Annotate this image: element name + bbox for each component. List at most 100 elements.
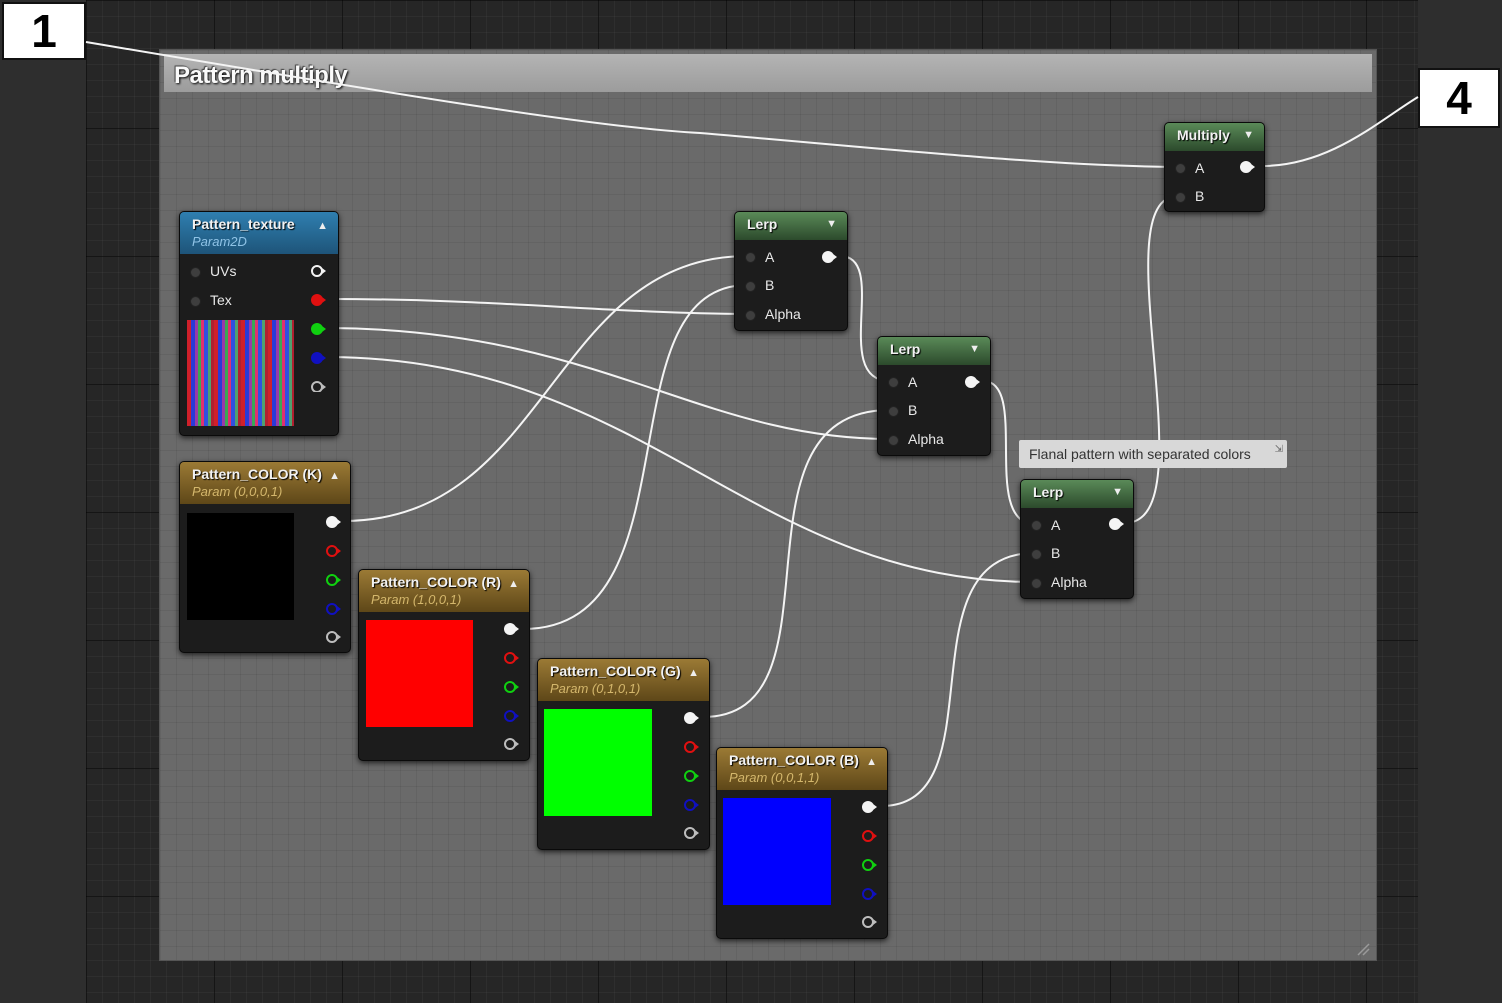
output-pin-a[interactable]	[504, 738, 519, 750]
node-lerp-3[interactable]: Lerp ▼ A B Alpha	[1020, 479, 1134, 599]
pin-label-alpha: Alpha	[908, 431, 944, 447]
node-subtitle: Param2D	[192, 234, 247, 249]
node-header[interactable]: Pattern_texture Param2D ▲	[180, 212, 338, 254]
color-swatch	[544, 709, 652, 816]
input-pin-a[interactable]	[1175, 163, 1186, 174]
input-pin-a[interactable]	[1031, 520, 1042, 531]
node-pattern-texture[interactable]: Pattern_texture Param2D ▲ UVs Tex	[179, 211, 339, 436]
collapse-up-icon[interactable]: ▲	[508, 578, 519, 590]
collapse-up-icon[interactable]: ▲	[688, 667, 699, 679]
pin-label-b: B	[765, 277, 775, 293]
output-pin-r[interactable]	[504, 652, 519, 664]
node-title: Lerp	[1033, 484, 1064, 500]
node-title: Pattern_COLOR (K)	[192, 466, 322, 482]
input-pin-alpha[interactable]	[1031, 578, 1042, 589]
node-header[interactable]: Pattern_COLOR (K) Param (0,0,0,1) ▲	[180, 462, 350, 504]
node-subtitle: Param (0,0,0,1)	[192, 484, 283, 499]
node-header[interactable]: Multiply ▼	[1165, 123, 1264, 151]
texture-preview	[187, 320, 294, 426]
wire-tex-r-to-lerp1-alpha	[329, 298, 749, 315]
wire-tex-g-to-lerp2-alpha	[329, 327, 891, 440]
collapse-up-icon[interactable]: ▲	[317, 220, 328, 232]
color-swatch	[187, 513, 294, 620]
output-pin-g[interactable]	[504, 681, 519, 693]
node-header[interactable]: Lerp ▼	[878, 337, 990, 365]
node-lerp-1[interactable]: Lerp ▼ A B Alpha	[734, 211, 848, 331]
output-pin-rgb[interactable]	[326, 516, 341, 528]
output-pin[interactable]	[962, 374, 982, 390]
input-pin-a[interactable]	[888, 377, 899, 388]
output-pin-rgb[interactable]	[862, 801, 877, 813]
output-pins	[326, 516, 341, 643]
output-pin[interactable]	[1237, 159, 1257, 175]
node-title: Pattern_COLOR (B)	[729, 752, 859, 768]
output-pin-r[interactable]	[326, 545, 341, 557]
input-pin-a[interactable]	[745, 252, 756, 263]
output-pin-g[interactable]	[326, 574, 341, 586]
output-pin-rgb[interactable]	[504, 623, 519, 635]
output-pin-b[interactable]	[311, 352, 326, 364]
output-pin-r[interactable]	[684, 741, 699, 753]
output-pin[interactable]	[819, 249, 839, 265]
output-pin-b[interactable]	[326, 603, 341, 615]
node-pattern-color-b[interactable]: Pattern_COLOR (B) Param (0,0,1,1) ▲	[716, 747, 888, 939]
collapse-up-icon[interactable]: ▲	[329, 470, 340, 482]
output-pin-a[interactable]	[862, 916, 877, 928]
output-pin-b[interactable]	[862, 888, 877, 900]
node-pattern-color-k[interactable]: Pattern_COLOR (K) Param (0,0,0,1) ▲	[179, 461, 351, 653]
output-pin-g[interactable]	[311, 323, 326, 335]
color-swatch	[366, 620, 473, 727]
wire-multiply-to-callout4	[1261, 96, 1419, 167]
wire-r-to-lerp1-b	[522, 284, 749, 630]
node-lerp-2[interactable]: Lerp ▼ A B Alpha	[877, 336, 991, 456]
pin-label-alpha: Alpha	[765, 306, 801, 322]
wire-lerp3-to-multiply-b	[1124, 195, 1179, 524]
output-pin-a[interactable]	[311, 381, 326, 392]
output-pin-b[interactable]	[504, 710, 519, 722]
wire-b-to-lerp3-b	[880, 552, 1036, 807]
pin-label-tex: Tex	[210, 292, 232, 308]
output-pin-b[interactable]	[684, 799, 699, 811]
pin-label-a: A	[1195, 160, 1205, 176]
node-header[interactable]: Pattern_COLOR (B) Param (0,0,1,1) ▲	[717, 748, 887, 790]
node-subtitle: Param (0,0,1,1)	[729, 770, 820, 785]
collapse-down-icon[interactable]: ▼	[969, 343, 980, 355]
node-pattern-color-g[interactable]: Pattern_COLOR (G) Param (0,1,0,1) ▲	[537, 658, 710, 850]
collapse-down-icon[interactable]: ▼	[1112, 486, 1123, 498]
node-title: Lerp	[890, 341, 921, 357]
output-pin-g[interactable]	[862, 859, 877, 871]
input-pin-alpha[interactable]	[888, 435, 899, 446]
input-pin-uvs[interactable]	[190, 267, 201, 278]
output-pin-rgb[interactable]	[311, 265, 326, 277]
node-header[interactable]: Lerp ▼	[1021, 480, 1133, 508]
node-multiply[interactable]: Multiply ▼ A B	[1164, 122, 1265, 212]
output-pin-r[interactable]	[862, 830, 877, 842]
input-pin-b[interactable]	[745, 281, 756, 292]
collapse-up-icon[interactable]: ▲	[866, 756, 877, 768]
node-header[interactable]: Pattern_COLOR (G) Param (0,1,0,1) ▲	[538, 659, 709, 701]
input-pin-b[interactable]	[888, 406, 899, 417]
collapse-down-icon[interactable]: ▼	[826, 218, 837, 230]
output-pin-g[interactable]	[684, 770, 699, 782]
pin-label-b: B	[1195, 188, 1205, 204]
output-pin[interactable]	[1106, 516, 1126, 532]
pin-label-a: A	[765, 249, 775, 265]
node-title: Pattern_texture	[192, 216, 295, 232]
node-subtitle: Param (0,1,0,1)	[550, 681, 641, 696]
pin-label-b: B	[1051, 545, 1061, 561]
color-swatch	[723, 798, 831, 905]
pin-label-a: A	[908, 374, 918, 390]
collapse-down-icon[interactable]: ▼	[1243, 129, 1254, 141]
node-pattern-color-r[interactable]: Pattern_COLOR (R) Param (1,0,0,1) ▲	[358, 569, 530, 761]
output-pin-a[interactable]	[326, 631, 341, 643]
pin-icon[interactable]: ⇲	[1275, 444, 1283, 455]
output-pin-a[interactable]	[684, 827, 699, 839]
input-pin-alpha[interactable]	[745, 310, 756, 321]
node-header[interactable]: Lerp ▼	[735, 212, 847, 240]
input-pin-b[interactable]	[1175, 192, 1186, 203]
output-pin-rgb[interactable]	[684, 712, 699, 724]
output-pin-r[interactable]	[311, 294, 326, 306]
input-pin-b[interactable]	[1031, 549, 1042, 560]
node-header[interactable]: Pattern_COLOR (R) Param (1,0,0,1) ▲	[359, 570, 529, 612]
input-pin-tex[interactable]	[190, 296, 201, 307]
